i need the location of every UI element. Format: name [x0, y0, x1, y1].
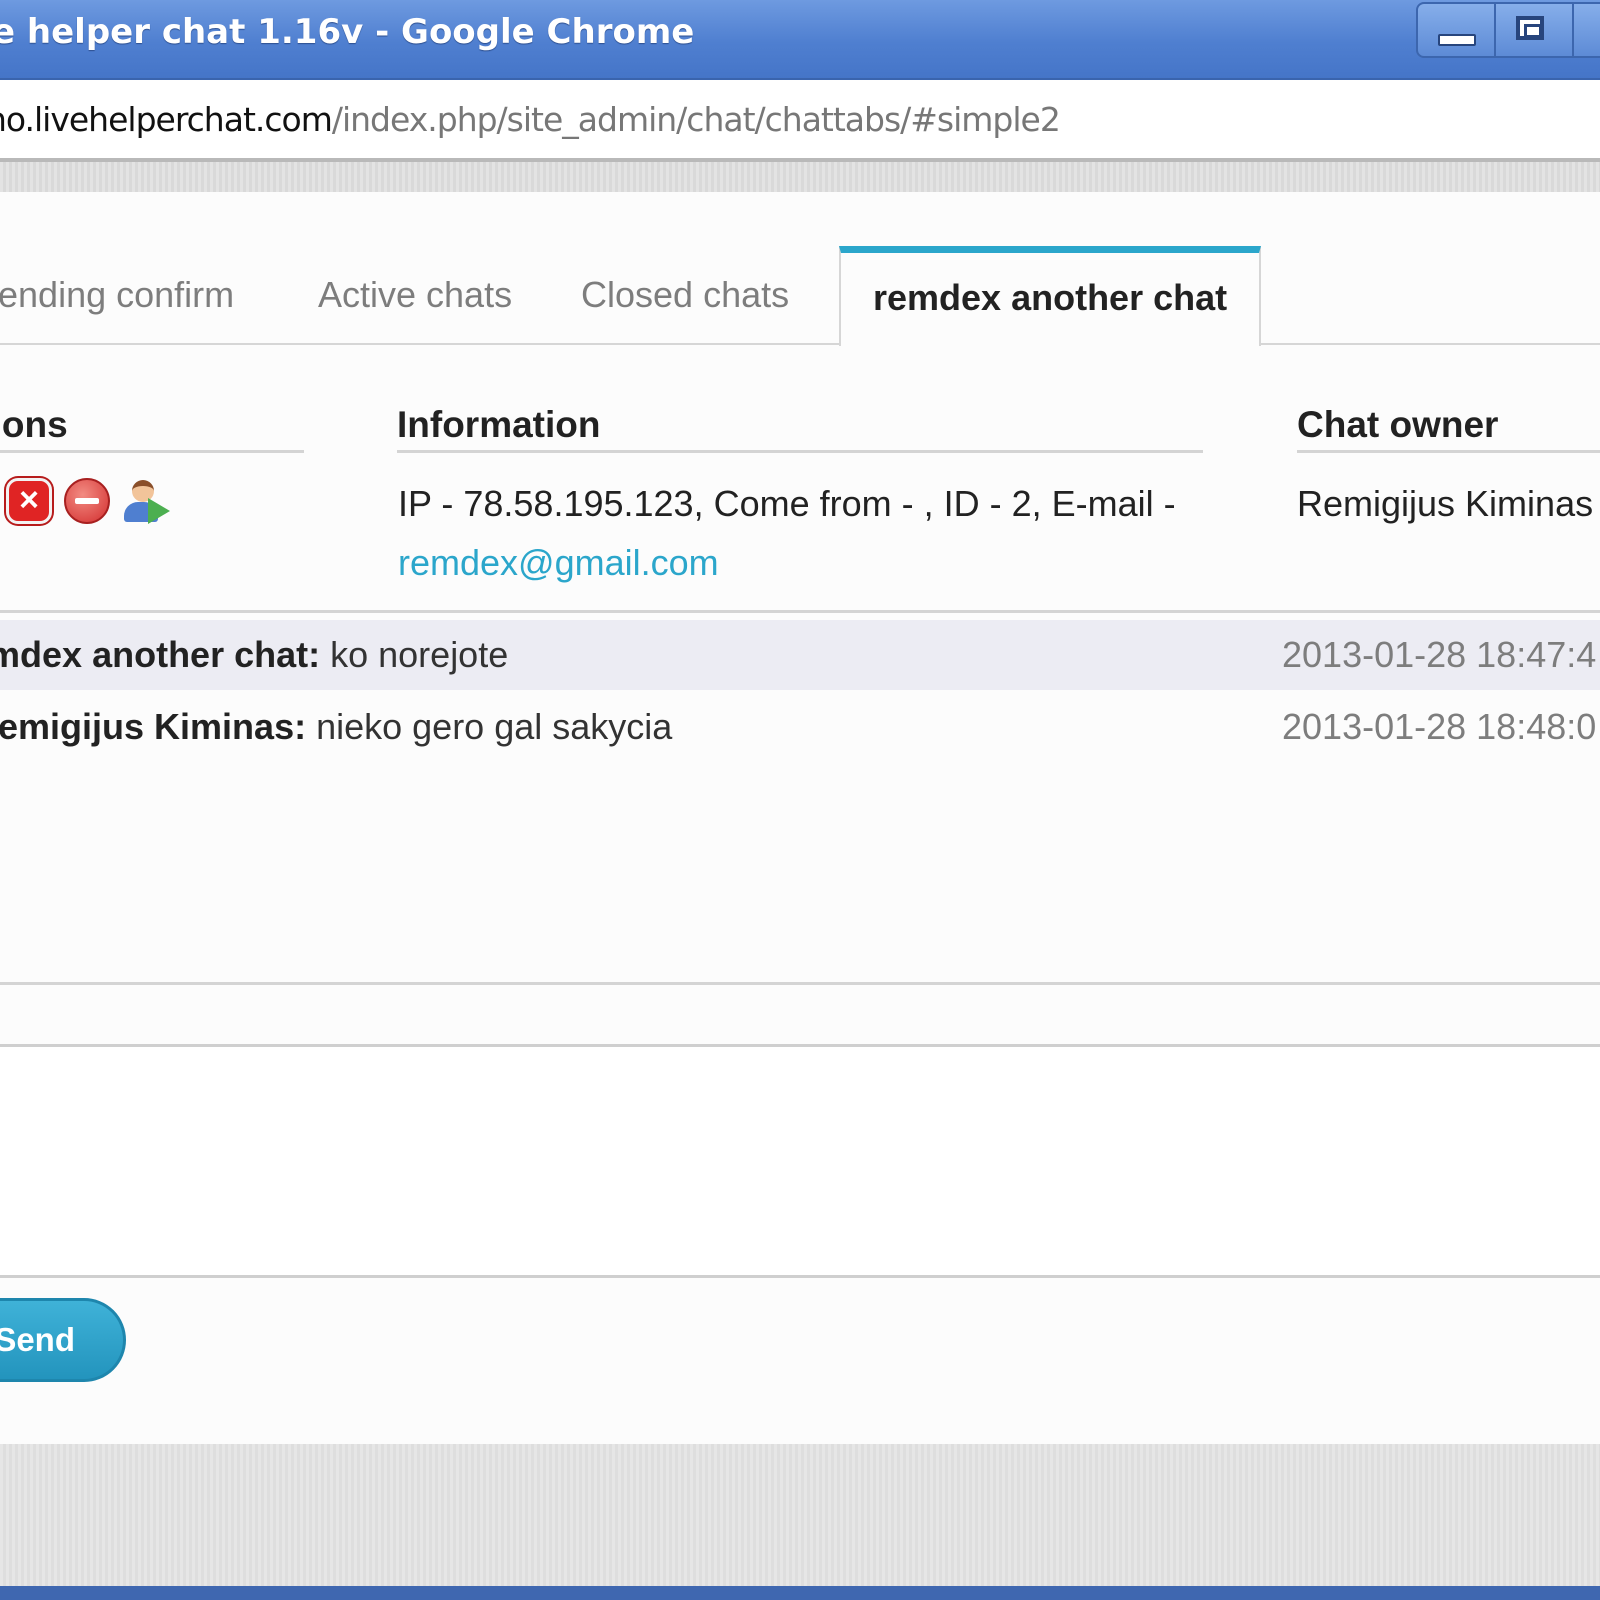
- visitor-email-link[interactable]: remdex@gmail.com: [398, 542, 719, 583]
- message-text: ko norejote: [320, 634, 509, 675]
- messages-top-border: [0, 610, 1600, 613]
- tab-pending-confirm[interactable]: Pending confirm: [0, 246, 234, 344]
- chat-owner-name: Remigijus Kiminas: [1297, 483, 1594, 524]
- chat-information: IP - 78.58.195.123, Come from - , ID - 2…: [398, 474, 1218, 592]
- chat-panel: Pending confirm Active chats Closed chat…: [0, 192, 1600, 1444]
- message-author: Remigijus Kiminas:: [0, 706, 307, 747]
- message-time: 2013-01-28 18:47:4: [1282, 634, 1597, 675]
- transfer-chat-icon[interactable]: [122, 478, 170, 524]
- url-path: /index.php/site_admin/chat/chattabs/#sim…: [331, 100, 1061, 139]
- minimize-button[interactable]: [1418, 4, 1496, 56]
- message-text: nieko gero gal sakycia: [306, 706, 673, 747]
- address-bar[interactable]: no.livehelperchat.com/index.php/site_adm…: [0, 80, 1600, 162]
- message-row: Remigijus Kiminas: nieko gero gal sakyci…: [0, 692, 1600, 762]
- message-row: remdex another chat: ko norejote 2013-01…: [0, 620, 1600, 690]
- chat-info-details: IP - 78.58.195.123, Come from - , ID - 2…: [398, 483, 1176, 524]
- information-column-header: Information: [397, 404, 601, 445]
- messages-bottom-border: [0, 982, 1600, 985]
- tabs-divider: [0, 343, 1600, 345]
- minimize-icon: [1438, 34, 1476, 46]
- restore-icon: [1516, 16, 1544, 40]
- url-text[interactable]: no.livehelperchat.com/index.php/site_adm…: [0, 100, 1061, 139]
- window-titlebar: e helper chat 1.16v - Google Chrome: [0, 0, 1600, 80]
- page-background-band: [0, 162, 1600, 192]
- send-button[interactable]: Send: [0, 1298, 126, 1382]
- page-background-band-bottom: [0, 1444, 1600, 1586]
- window-title: e helper chat 1.16v - Google Chrome: [0, 12, 695, 52]
- chat-actions: ×: [6, 478, 170, 524]
- actions-column-header: Actions: [0, 404, 68, 445]
- actions-header-rule: [0, 450, 304, 453]
- tab-remdex-another-chat[interactable]: remdex another chat: [839, 246, 1262, 346]
- block-user-icon[interactable]: [64, 478, 110, 524]
- message-content: Remigijus Kiminas: nieko gero gal sakyci…: [0, 692, 672, 762]
- maximize-button[interactable]: [1496, 4, 1574, 56]
- owner-header-rule: [1297, 450, 1600, 453]
- close-chat-icon[interactable]: ×: [6, 478, 52, 524]
- message-input[interactable]: [0, 1044, 1600, 1278]
- tab-closed-chats[interactable]: Closed chats: [581, 246, 789, 344]
- window-controls: [1416, 2, 1600, 58]
- url-host: no.livehelperchat.com: [0, 100, 333, 139]
- message-author: remdex another chat:: [0, 634, 321, 675]
- message-time: 2013-01-28 18:48:0: [1282, 706, 1597, 747]
- message-content: remdex another chat: ko norejote: [0, 620, 508, 690]
- tab-active-chats[interactable]: Active chats: [318, 246, 512, 344]
- information-header-rule: [397, 450, 1203, 453]
- window-bottom-border: [0, 1586, 1600, 1600]
- chat-owner-column-header: Chat owner: [1297, 404, 1499, 445]
